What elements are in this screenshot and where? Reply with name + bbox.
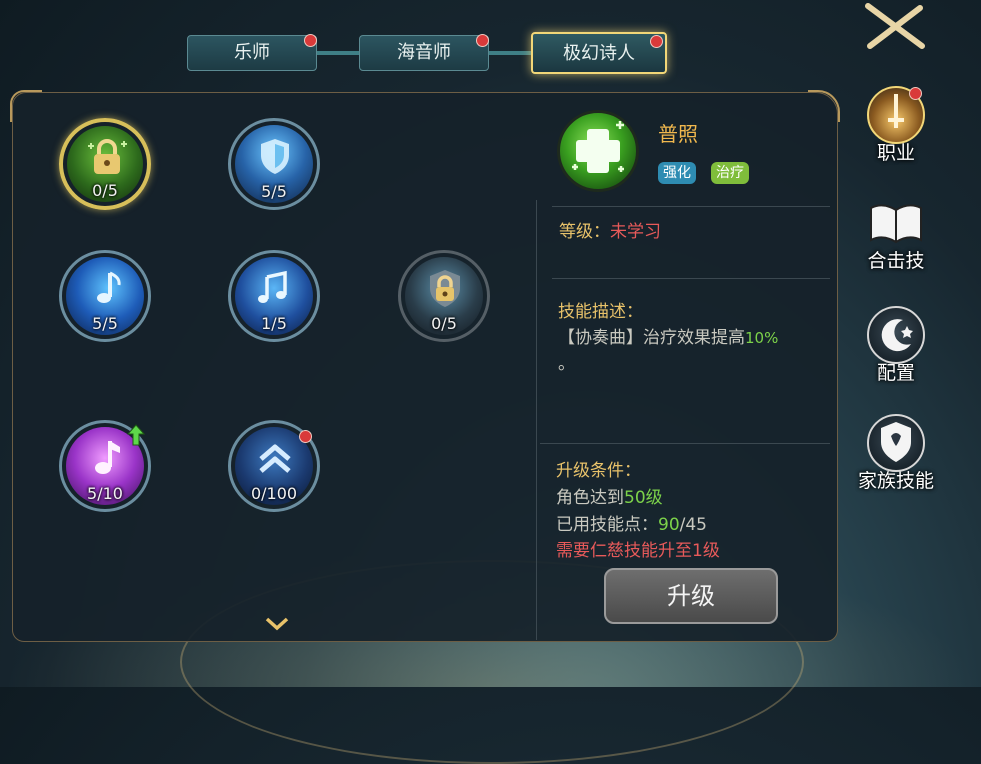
condition-level: 角色达到50级	[556, 483, 663, 508]
skill-level: 5/5	[92, 314, 118, 333]
notification-dot	[299, 430, 312, 443]
tab-musician[interactable]: 乐师	[187, 35, 317, 71]
skill-node-locked-heal[interactable]: 0/5	[59, 118, 151, 210]
music-notes-icon	[258, 270, 287, 303]
condition-title: 升级条件：	[556, 461, 641, 481]
tab-fantasy-poet[interactable]: 极幻诗人	[531, 32, 667, 74]
skill-level: 0/5	[431, 314, 457, 333]
sidebar-label: 合击技	[867, 250, 925, 272]
level-row: 等级：未学习	[559, 217, 661, 242]
skill-points-used: 90	[658, 515, 680, 535]
tab-label: 极幻诗人	[563, 43, 635, 64]
chevron-up-icon	[259, 444, 291, 473]
notification-dot	[476, 34, 489, 47]
skill-level: 0/100	[250, 484, 298, 503]
description-body: 【协奏曲】治疗效果提高	[558, 328, 745, 348]
description-title: 技能描述：	[558, 302, 643, 322]
tab-connector	[489, 51, 531, 55]
upgrade-button[interactable]: 升级	[604, 568, 778, 624]
skill-tag-heal: 治疗	[711, 162, 749, 184]
condition-prerequisite: 需要仁慈技能升至1级	[556, 541, 720, 561]
sidebar-item-combo-skill[interactable]: 合击技	[856, 200, 936, 273]
panel-corner-ornament	[10, 90, 42, 122]
skill-points-prefix: 已用技能点：	[556, 515, 658, 535]
description-tail: 。	[558, 354, 575, 374]
sidebar-item-family-skill[interactable]: 家族技能	[856, 414, 936, 493]
book-icon	[867, 200, 925, 248]
music-note-icon	[97, 271, 121, 303]
purple-note-icon	[95, 441, 120, 474]
upgrade-arrow-icon	[126, 424, 146, 450]
description-value: 10%	[745, 329, 779, 347]
notification-dot	[304, 34, 317, 47]
notification-dot	[650, 35, 663, 48]
tab-label: 乐师	[234, 42, 270, 63]
skill-level: 5/5	[261, 182, 287, 201]
section-divider	[540, 443, 830, 444]
description-text: 【协奏曲】治疗效果提高10%	[558, 323, 778, 348]
section-divider	[552, 206, 830, 207]
lock-heal-icon	[88, 139, 127, 174]
family-crest-icon	[867, 414, 925, 472]
skill-node-music-note[interactable]: 5/5	[59, 250, 151, 342]
skill-node-shield[interactable]: 5/5	[228, 118, 320, 210]
panel-corner-ornament	[808, 90, 840, 122]
condition-skill-points: 已用技能点：90/45	[556, 510, 707, 535]
panel-divider	[536, 200, 537, 640]
skill-node-music-notes[interactable]: 1/5	[228, 250, 320, 342]
tab-label: 海音师	[397, 42, 451, 63]
section-divider	[552, 278, 830, 279]
close-icon[interactable]	[862, 2, 928, 50]
sidebar-item-class[interactable]: 职业	[856, 86, 936, 165]
lock-shield-icon	[430, 270, 460, 307]
skill-level: 0/5	[92, 181, 118, 200]
level-label: 等级：	[559, 222, 610, 242]
moon-icon	[867, 306, 925, 364]
skill-level: 5/10	[87, 484, 123, 503]
skill-points-total: /45	[679, 515, 707, 535]
skill-tag-enhance: 强化	[658, 162, 696, 184]
skill-node-locked-shield[interactable]: 0/5	[398, 250, 490, 342]
heal-plus-icon	[572, 121, 624, 173]
condition-level-value: 50级	[624, 488, 663, 508]
tab-sea-singer[interactable]: 海音师	[359, 35, 489, 71]
sidebar-item-config[interactable]: 配置	[856, 306, 936, 385]
upgrade-button-label: 升级	[667, 582, 715, 610]
chevron-down-icon[interactable]	[264, 616, 290, 636]
skill-name: 普照	[658, 122, 698, 146]
level-value: 未学习	[610, 222, 661, 242]
tab-connector	[317, 51, 359, 55]
shield-icon	[261, 139, 289, 174]
notification-dot	[909, 87, 922, 100]
class-tabs: 乐师 海音师 极幻诗人	[187, 32, 667, 74]
condition-level-prefix: 角色达到	[556, 488, 624, 508]
skill-level: 1/5	[261, 314, 287, 333]
selected-skill-icon	[557, 110, 639, 192]
